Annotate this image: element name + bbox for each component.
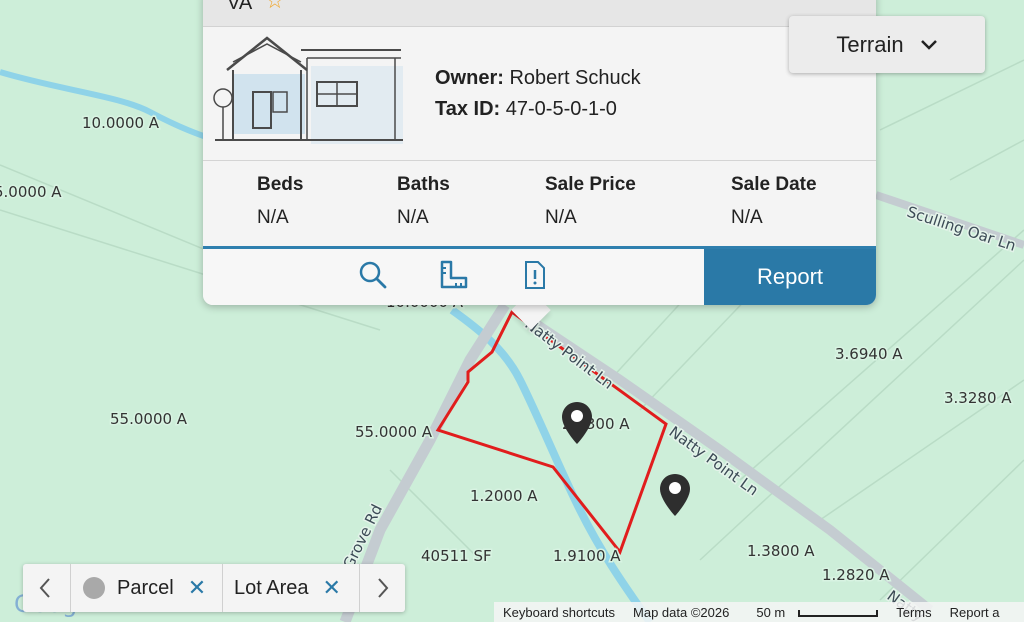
property-popup: VA ☆ Owner: Robert Schuck Tax ID: 47-0-5… bbox=[203, 0, 876, 305]
layer-chip-parcel[interactable]: Parcel ✕ bbox=[83, 564, 206, 612]
scale-label: 50 m bbox=[756, 604, 786, 620]
chip-prev-button[interactable] bbox=[23, 564, 67, 612]
measure-ruler-icon[interactable] bbox=[438, 259, 468, 291]
stat-value: N/A bbox=[545, 207, 577, 228]
area-label: 10.0000 A bbox=[82, 114, 160, 132]
stat-baths: Baths N/A bbox=[397, 174, 450, 229]
favorite-star-icon[interactable]: ☆ bbox=[265, 0, 285, 14]
layer-chip-bar: Parcel ✕ Lot Area ✕ bbox=[23, 564, 405, 612]
popup-divider bbox=[203, 160, 876, 161]
map-type-selected: Terrain bbox=[836, 31, 904, 57]
map-type-dropdown[interactable]: Terrain bbox=[789, 16, 985, 73]
area-label: 40511 SF bbox=[421, 547, 492, 565]
area-label: 5.0000 A bbox=[0, 183, 62, 201]
close-icon[interactable]: ✕ bbox=[188, 575, 206, 601]
scale-indicator[interactable]: 50 m bbox=[747, 604, 879, 620]
stat-sale-date: Sale Date N/A bbox=[731, 174, 817, 229]
chevron-right-icon bbox=[378, 578, 389, 598]
layer-chip-lot-area[interactable]: Lot Area ✕ bbox=[234, 564, 341, 612]
area-label: 1.2820 A bbox=[822, 566, 890, 584]
stat-label: Sale Price bbox=[545, 174, 636, 195]
area-label: 1.2000 A bbox=[470, 487, 538, 505]
owner-label: Owner: bbox=[435, 67, 504, 89]
scale-bar bbox=[798, 609, 879, 617]
report-map-error-link[interactable]: Report a bbox=[950, 605, 1000, 620]
chevron-down-icon bbox=[920, 39, 937, 50]
keyboard-shortcuts-link[interactable]: Keyboard shortcuts bbox=[503, 605, 615, 620]
chip-separator bbox=[70, 564, 71, 612]
stat-label: Baths bbox=[397, 174, 450, 195]
area-label: 3.3280 A bbox=[944, 389, 1012, 407]
chip-separator bbox=[222, 564, 223, 612]
tax-id-row: Tax ID: 47-0-5-0-1-0 bbox=[435, 98, 617, 121]
stat-label: Beds bbox=[257, 174, 304, 195]
area-label: 1.9100 A bbox=[553, 547, 621, 565]
stat-value: N/A bbox=[257, 207, 289, 228]
stat-label: Sale Date bbox=[731, 174, 817, 195]
report-button[interactable]: Report bbox=[704, 249, 876, 305]
owner-row: Owner: Robert Schuck bbox=[435, 67, 641, 90]
map-data-text: Map data ©2026 bbox=[633, 604, 730, 620]
area-label: 55.0000 A bbox=[355, 423, 433, 441]
chip-separator bbox=[359, 564, 360, 612]
layer-color-dot bbox=[83, 577, 105, 599]
house-icon bbox=[213, 36, 403, 144]
tax-id-label: Tax ID: bbox=[435, 98, 501, 120]
stat-sale-price: Sale Price N/A bbox=[545, 174, 636, 229]
chevron-left-icon bbox=[39, 578, 50, 598]
area-label: 1.3800 A bbox=[747, 542, 815, 560]
owner-value: Robert Schuck bbox=[509, 67, 641, 89]
popup-header: VA ☆ bbox=[203, 0, 876, 27]
stat-value: N/A bbox=[731, 207, 763, 228]
map-attribution: Keyboard shortcuts Map data ©2026 50 m T… bbox=[494, 602, 1024, 622]
area-label: 55.0000 A bbox=[110, 410, 188, 428]
search-icon[interactable] bbox=[358, 259, 388, 291]
report-issue-icon[interactable] bbox=[519, 259, 549, 291]
stat-value: N/A bbox=[397, 207, 429, 228]
popup-title: VA bbox=[227, 0, 253, 14]
layer-chip-label: Parcel bbox=[117, 576, 174, 599]
layer-chip-label: Lot Area bbox=[234, 576, 309, 599]
popup-actions: Report bbox=[203, 249, 876, 305]
stat-beds: Beds N/A bbox=[257, 174, 303, 229]
close-icon[interactable]: ✕ bbox=[323, 575, 341, 601]
chip-next-button[interactable] bbox=[361, 564, 405, 612]
area-label: 3.6940 A bbox=[835, 345, 903, 363]
terms-link[interactable]: Terms bbox=[896, 605, 931, 620]
tax-id-value: 47-0-5-0-1-0 bbox=[505, 98, 617, 120]
